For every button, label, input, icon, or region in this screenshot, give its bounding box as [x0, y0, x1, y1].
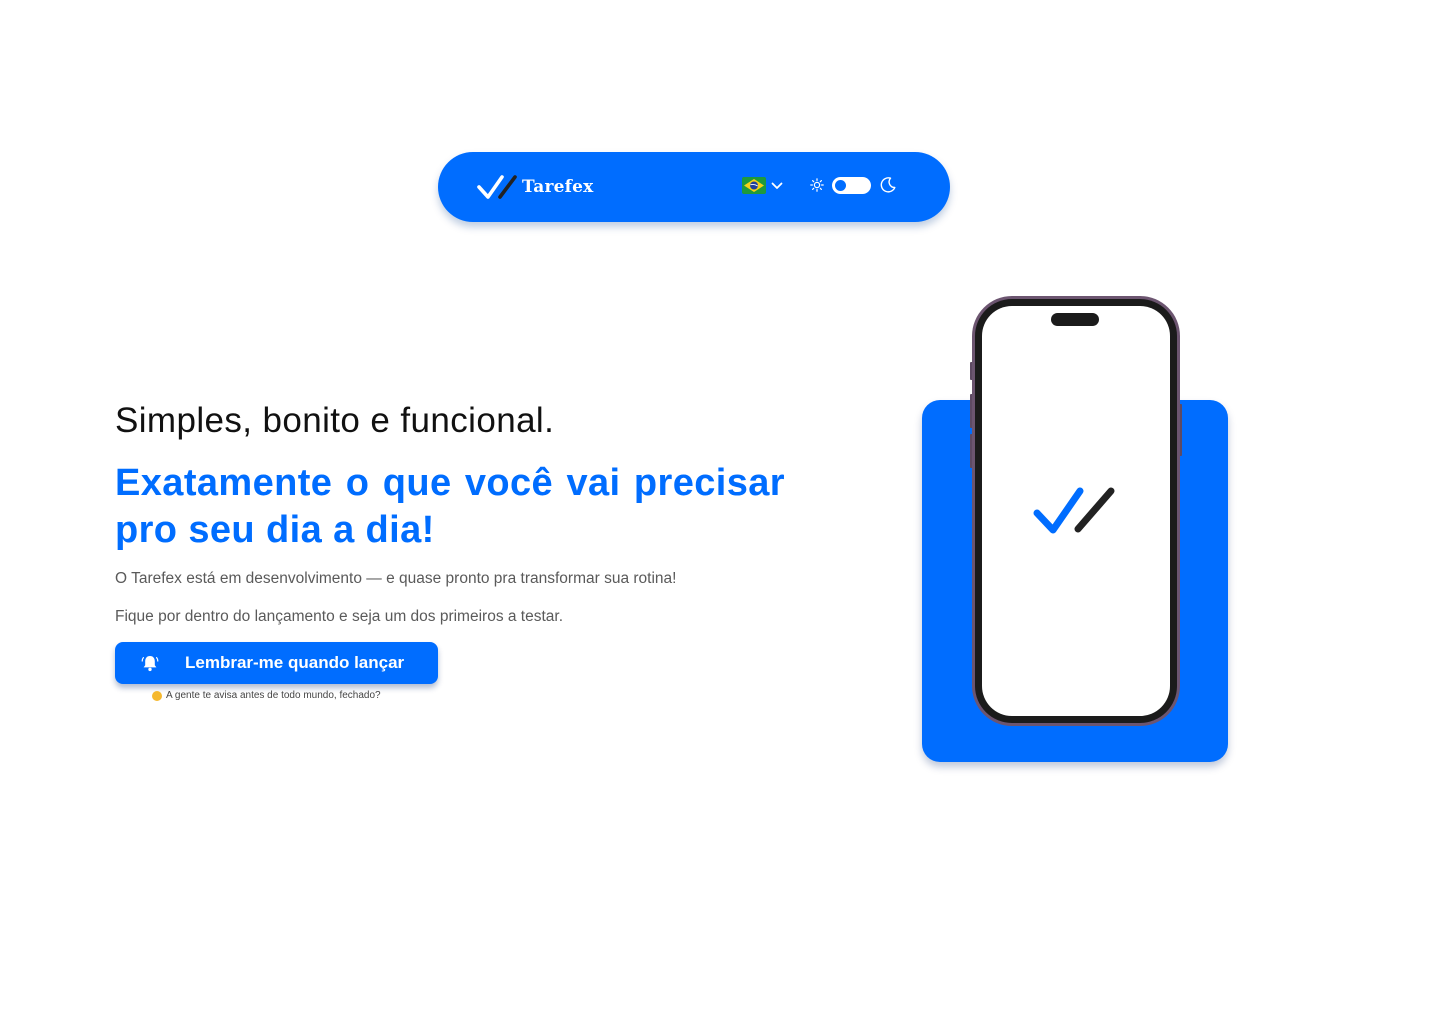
- landing-page: Tarefex Simples, bonito e funcional. Exa…: [0, 0, 1440, 1024]
- top-navbar: Tarefex: [438, 152, 950, 222]
- notify-me-button[interactable]: Lembrar-me quando lançar: [115, 642, 438, 684]
- brazil-flag-icon: [742, 177, 766, 194]
- hero-description: O Tarefex está em desenvolvimento — e qu…: [115, 570, 677, 587]
- language-selector[interactable]: [742, 177, 783, 194]
- notify-me-label: Lembrar-me quando lançar: [185, 653, 405, 672]
- theme-switch-knob: [835, 179, 846, 191]
- brand[interactable]: Tarefex: [476, 173, 593, 201]
- cta-group: Lembrar-me quando lançar A gente te avis…: [115, 642, 438, 701]
- theme-toggle: [810, 176, 897, 194]
- hero-description-secondary: Fique por dentro do lançamento e seja um…: [115, 608, 564, 625]
- hero-tagline: Simples, bonito e funcional.: [115, 401, 555, 440]
- cta-note: A gente te avisa antes de todo mundo, fe…: [115, 690, 438, 701]
- sun-icon: [810, 178, 824, 192]
- brand-name: Tarefex: [522, 177, 594, 197]
- bell-ringing-icon: [141, 656, 159, 672]
- hero-section: Simples, bonito e funcional. Exatamente …: [115, 398, 785, 701]
- theme-switch[interactable]: [832, 176, 871, 194]
- hero-headline: Exatamente o que você vai precisar pro s…: [115, 462, 785, 551]
- moon-icon: [880, 177, 896, 193]
- cta-note-text: A gente te avisa antes de todo mundo, fe…: [166, 690, 381, 701]
- chevron-down-icon: [771, 182, 783, 189]
- grinning-face-emoji-icon: [152, 690, 162, 701]
- smartphone-illustration: [970, 296, 1182, 726]
- double-check-icon: [477, 175, 517, 199]
